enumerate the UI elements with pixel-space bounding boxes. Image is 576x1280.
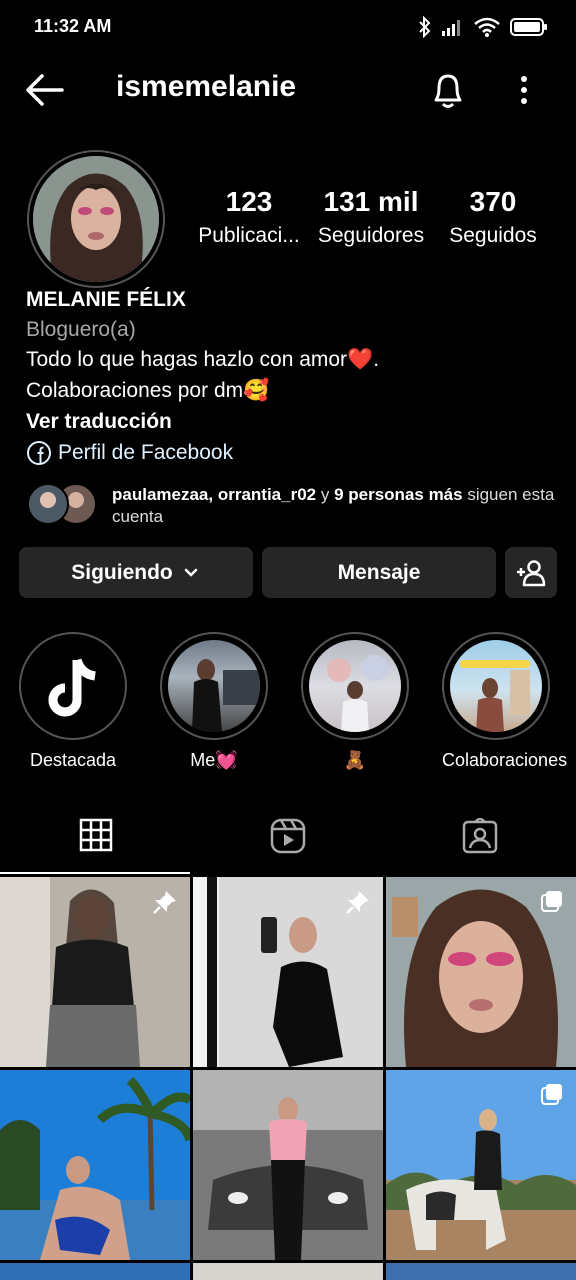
highlight-label: Colaboraciones	[442, 750, 568, 770]
signal-icon	[442, 20, 460, 36]
highlight-me[interactable]: Me💓	[160, 632, 268, 771]
reels-icon	[270, 818, 306, 854]
wifi-icon	[474, 17, 500, 37]
mutual-followers-avatars[interactable]	[26, 482, 100, 526]
battery-icon	[510, 18, 547, 36]
highlight-ring	[301, 632, 409, 740]
bluetooth-icon	[419, 16, 431, 38]
bio-line-2: Colaboraciones por dm🥰	[26, 379, 270, 402]
active-tab-indicator	[0, 872, 190, 874]
suggested-users-button[interactable]	[505, 547, 557, 598]
more-options-icon[interactable]	[514, 72, 534, 108]
highlight-colaboraciones[interactable]: Colaboraciones	[442, 632, 568, 771]
facebook-profile-link[interactable]: Perfil de Facebook	[26, 440, 233, 466]
mutual-follower-1[interactable]: paulamezaa	[112, 485, 208, 504]
and-text: y	[316, 485, 335, 504]
stat-following[interactable]: 370 Seguidos	[440, 186, 546, 248]
following-label: Seguidos	[449, 224, 537, 247]
tab-posts-grid[interactable]	[0, 812, 192, 874]
separator: ,	[208, 485, 218, 504]
stat-posts[interactable]: 123 Publicaci...	[190, 186, 308, 248]
pin-icon	[346, 891, 369, 914]
following-button[interactable]: Siguiendo	[19, 547, 253, 598]
chevron-down-icon	[184, 568, 197, 577]
post-thumbnail[interactable]	[0, 1263, 190, 1280]
tab-reels[interactable]	[192, 812, 384, 874]
bio-line-1: Todo lo que hagas hazlo con amor❤️.	[26, 348, 380, 371]
tiktok-icon	[27, 640, 119, 732]
following-count: 370	[469, 186, 517, 217]
status-icons	[418, 16, 548, 38]
avatar[interactable]	[33, 156, 159, 282]
back-arrow-icon[interactable]	[24, 72, 64, 108]
post-thumbnail[interactable]	[0, 1070, 190, 1260]
post-thumbnail[interactable]	[386, 1263, 576, 1280]
post-thumbnail[interactable]	[193, 1070, 383, 1260]
followers-count: 131 mil	[323, 186, 419, 217]
post-thumbnail[interactable]	[193, 877, 383, 1067]
tab-tagged[interactable]	[384, 812, 576, 874]
posts-label: Publicaci...	[198, 224, 300, 247]
highlight-label: Me💓	[190, 750, 238, 770]
message-button[interactable]: Mensaje	[262, 547, 496, 598]
post-thumbnail[interactable]	[386, 1070, 576, 1260]
multiple-photos-icon	[541, 1084, 562, 1105]
message-button-label: Mensaje	[337, 560, 421, 584]
mutual-followers-text[interactable]: paulamezaa, orrantia_r02 y 9 personas má…	[112, 484, 562, 528]
post-thumbnail[interactable]	[193, 1263, 383, 1280]
post-thumbnail[interactable]	[0, 877, 190, 1067]
see-translation-link[interactable]: Ver traducción	[26, 410, 172, 434]
bell-icon[interactable]	[430, 70, 466, 110]
post-thumbnail[interactable]	[386, 877, 576, 1067]
highlight-ring	[19, 632, 127, 740]
following-button-label: Siguiendo	[71, 560, 173, 584]
multiple-photos-icon	[541, 891, 562, 912]
followers-label: Seguidores	[317, 224, 425, 247]
add-user-icon	[517, 559, 546, 586]
highlight-destacada[interactable]: Destacada	[19, 632, 127, 771]
highlight-teddy[interactable]: 🧸	[301, 632, 409, 771]
highlight-ring	[160, 632, 268, 740]
profile-username: ismemelanie	[116, 70, 297, 103]
highlight-ring	[442, 632, 550, 740]
facebook-profile-label: Perfil de Facebook	[58, 441, 234, 464]
mutual-followers-more[interactable]: 9 personas más	[334, 485, 463, 504]
status-time: 11:32 AM	[34, 16, 112, 36]
profile-category: Bloguero(a)	[26, 318, 136, 341]
profile-name: MELANIE FÉLIX	[26, 288, 186, 311]
highlight-label: Destacada	[29, 750, 117, 770]
posts-count: 123	[225, 186, 273, 217]
grid-icon	[79, 818, 113, 852]
highlight-label: 🧸	[343, 750, 367, 770]
stat-followers[interactable]: 131 mil Seguidores	[311, 186, 431, 248]
pin-icon	[153, 891, 176, 914]
tagged-user-icon	[462, 818, 498, 854]
mutual-follower-2[interactable]: orrantia_r02	[218, 485, 316, 504]
facebook-icon	[27, 441, 51, 465]
